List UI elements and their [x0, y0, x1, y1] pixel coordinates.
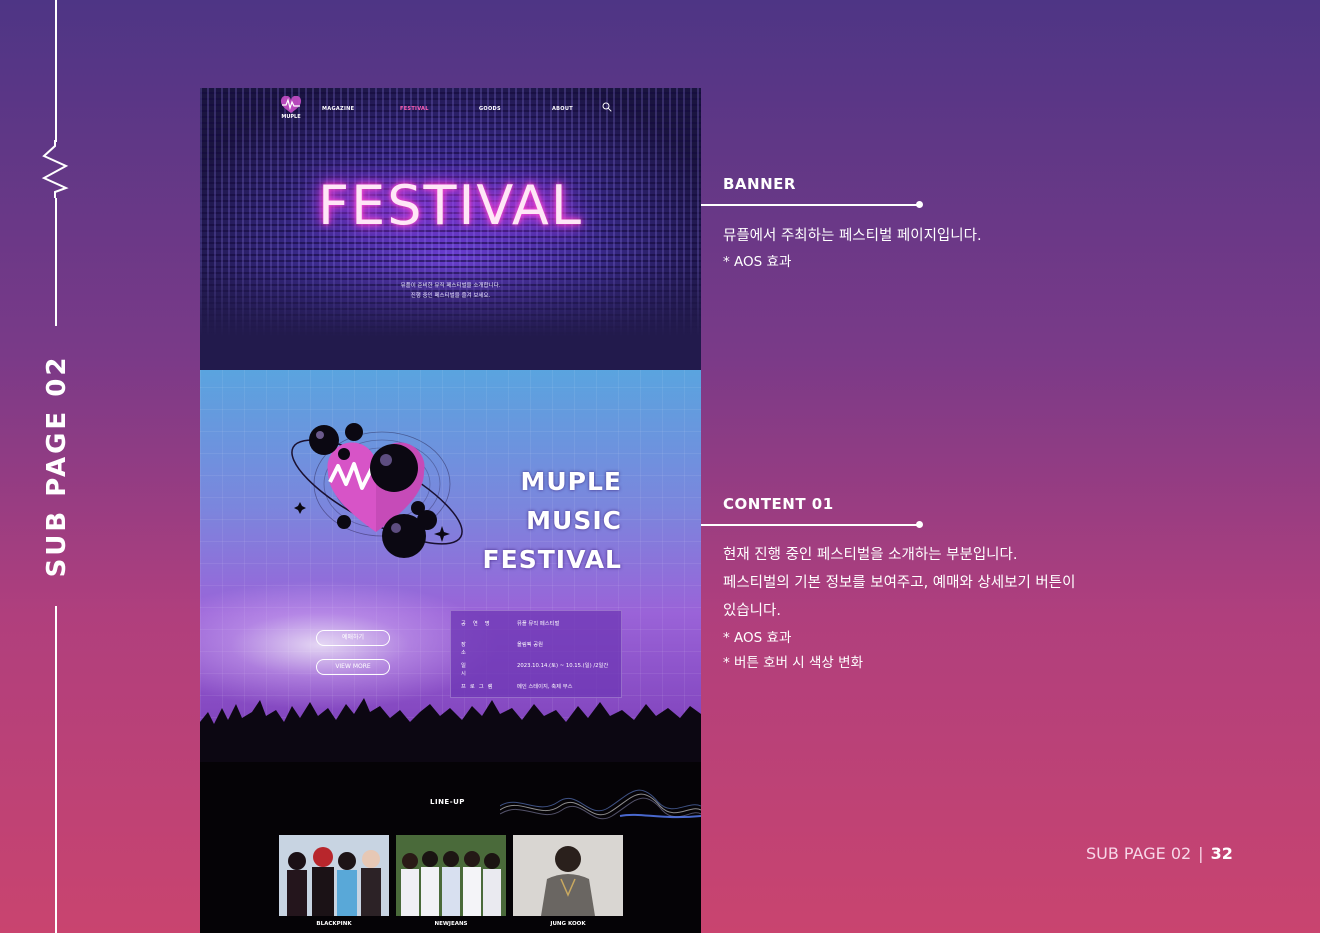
nav-item-magazine[interactable]: MAGAZINE — [322, 106, 354, 112]
page-number: SUB PAGE 02 | 32 — [1086, 844, 1233, 863]
festival-name: MUPLE MUSIC FESTIVAL — [483, 462, 622, 579]
festival-heart-art — [291, 423, 463, 558]
banner-section-line — [701, 204, 919, 206]
festival-banner: MUPLE MAGAZINE FESTIVAL GOODS ABOUT FEST… — [200, 88, 701, 370]
banner-desc-line2: 진행 중인 페스티벌을 즐겨 보세요. — [410, 293, 491, 299]
festival-info-box: 공연명 뮤플 뮤직 페스티벌 장소 올림픽 공원 일시 2023.10.14.(… — [450, 610, 622, 698]
banner-section-dot — [916, 201, 923, 208]
info-key: 장소 — [461, 642, 488, 656]
festival-name-line2: MUSIC — [526, 506, 622, 535]
artist-photo-jungkook[interactable] — [513, 835, 623, 916]
banner-description: 뮤플이 준비한 뮤직 페스티벌을 소개합니다. 진행 중인 페스티벌을 즐겨 보… — [200, 281, 701, 301]
page-label: SUB PAGE 02 — [1086, 844, 1192, 863]
artist-name-newjeans: NEWJEANS — [434, 921, 468, 927]
nav-item-about[interactable]: ABOUT — [552, 106, 573, 112]
content01-note1: * AOS 효과 — [723, 630, 792, 646]
content01-text-line2: 페스티벌의 기본 정보를 보여주고, 예매와 상세보기 버튼이 — [723, 575, 1076, 591]
site-nav: MUPLE MAGAZINE FESTIVAL GOODS ABOUT — [278, 96, 618, 122]
view-more-button[interactable]: VIEW MORE — [316, 659, 390, 675]
search-icon[interactable] — [602, 102, 612, 112]
banner-fade — [200, 260, 701, 370]
rail-title: SUB PAGE 02 — [42, 354, 72, 578]
rail-line-top — [55, 0, 57, 142]
page-separator: | — [1198, 844, 1204, 863]
artist-photo — [396, 835, 506, 916]
reserve-button[interactable]: 예매하기 — [316, 630, 390, 646]
festival-name-line3: FESTIVAL — [482, 545, 622, 574]
info-value: 2023.10.14.(토) ~ 10.15.(일) /2일간 — [517, 663, 609, 669]
info-value: 올림픽 공원 — [517, 642, 544, 648]
artist-photo-blackpink[interactable] — [279, 835, 389, 916]
festival-content: MUPLE MUSIC FESTIVAL 예매하기 VIEW MORE 공연명 … — [200, 370, 701, 762]
content01-text-line3: 있습니다. — [723, 603, 781, 619]
banner-section-title: BANNER — [723, 175, 796, 193]
nav-item-festival[interactable]: FESTIVAL — [400, 106, 429, 112]
artist-photo — [279, 835, 389, 916]
page-number-value: 32 — [1210, 844, 1233, 863]
content01-section-dot — [916, 521, 923, 528]
heart-logo-icon — [280, 96, 302, 113]
info-key: 프로그램 — [461, 684, 497, 690]
artist-name-blackpink: BLACKPINK — [316, 921, 352, 927]
zigzag-icon — [41, 140, 69, 198]
sound-wave-graphic — [500, 789, 701, 820]
content01-text-line1: 현재 진행 중인 페스티벌을 소개하는 부분입니다. — [723, 547, 1018, 563]
banner-section-text: 뮤플에서 주최하는 페스티벌 페이지입니다. — [723, 228, 982, 244]
nav-logo[interactable]: MUPLE — [278, 96, 304, 120]
rail-line-middle — [55, 198, 57, 326]
nav-item-goods[interactable]: GOODS — [479, 106, 501, 112]
banner-desc-line1: 뮤플이 준비한 뮤직 페스티벌을 소개합니다. — [400, 283, 501, 289]
banner-section-note: * AOS 효과 — [723, 254, 792, 270]
content01-section-title: CONTENT 01 — [723, 495, 834, 513]
lineup-title: LINE-UP — [430, 798, 465, 806]
website-mockup: MUPLE MAGAZINE FESTIVAL GOODS ABOUT FEST… — [200, 88, 701, 933]
festival-name-line1: MUPLE — [520, 467, 622, 496]
rail-line-bottom — [55, 606, 57, 933]
info-value: 메인 스테이지, 축제 부스 — [517, 684, 573, 690]
info-value: 뮤플 뮤직 페스티벌 — [517, 621, 560, 627]
content01-note2: * 버튼 호버 시 색상 변화 — [723, 655, 863, 671]
lineup-section: LINE-UP BLACKPINK NEWJEANS JUNG KOOK — [200, 762, 701, 933]
info-key: 일시 — [461, 663, 488, 677]
artist-photo-newjeans[interactable] — [396, 835, 506, 916]
artist-photo — [513, 835, 623, 916]
artist-name-jungkook: JUNG KOOK — [550, 921, 586, 927]
info-key: 공연명 — [461, 621, 497, 627]
nav-logo-text: MUPLE — [281, 114, 301, 120]
banner-title: FESTIVAL — [318, 174, 583, 237]
content01-section-line — [701, 524, 919, 526]
